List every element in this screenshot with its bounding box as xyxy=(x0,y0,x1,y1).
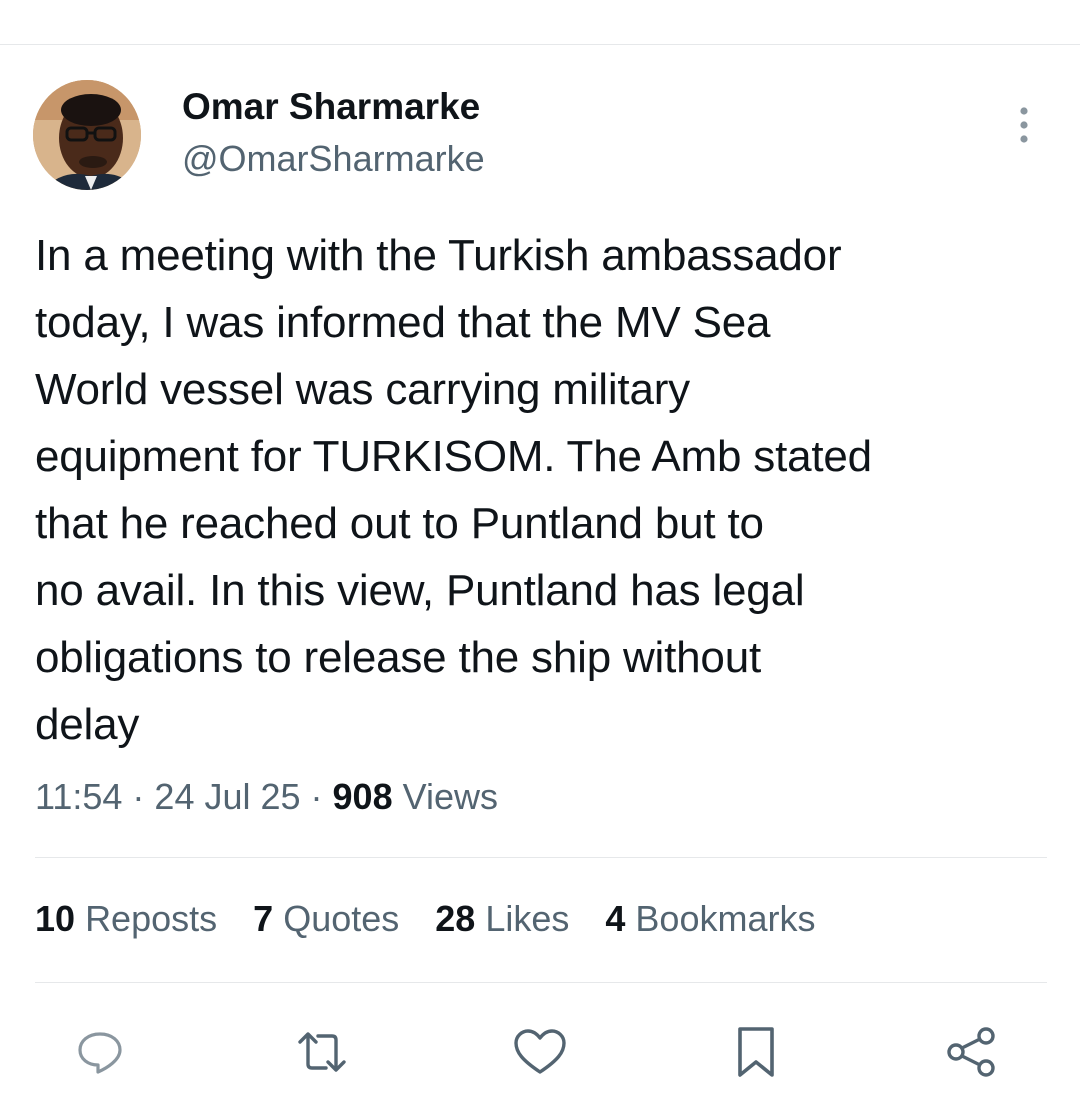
repost-icon xyxy=(298,1032,346,1072)
tweet-date[interactable]: 24 Jul 25 xyxy=(154,776,300,817)
reposts-count: 10 xyxy=(35,898,76,939)
views-label: Views xyxy=(402,776,499,817)
reply-button[interactable] xyxy=(68,1020,132,1084)
reposts-label: Reposts xyxy=(85,898,218,939)
tweet-meta: 11:54 · 24 Jul 25 · 908 Views xyxy=(35,776,498,818)
likes-label: Likes xyxy=(485,898,570,939)
likes-stat[interactable]: 28 Likes xyxy=(435,898,569,940)
divider xyxy=(35,982,1047,983)
avatar-image xyxy=(33,80,141,190)
bookmarks-label: Bookmarks xyxy=(635,898,816,939)
action-bar xyxy=(0,1020,1080,1084)
like-button[interactable] xyxy=(508,1020,572,1084)
share-button[interactable] xyxy=(940,1020,1004,1084)
reply-icon xyxy=(78,1032,122,1074)
bookmark-button[interactable] xyxy=(724,1020,788,1084)
more-icon xyxy=(1020,107,1028,143)
bookmark-icon xyxy=(738,1027,774,1077)
bookmarks-stat[interactable]: 4 Bookmarks xyxy=(605,898,815,940)
quotes-stat[interactable]: 7 Quotes xyxy=(253,898,399,940)
meta-separator: · xyxy=(300,776,333,817)
tweet-text: In a meeting with the Turkish ambassador… xyxy=(35,231,872,749)
quotes-count: 7 xyxy=(253,898,274,939)
bookmarks-count: 4 xyxy=(605,898,626,939)
avatar[interactable] xyxy=(33,80,141,190)
like-icon xyxy=(514,1029,566,1074)
views-count: 908 xyxy=(332,776,393,817)
engagement-stats: 10 Reposts 7 Quotes 28 Likes 4 Bookmarks xyxy=(35,898,815,940)
author-handle[interactable]: @OmarSharmarke xyxy=(182,138,485,180)
author-name[interactable]: Omar Sharmarke xyxy=(182,86,480,128)
tweet: Omar Sharmarke @OmarSharmarke In a meeti… xyxy=(0,0,1080,1107)
divider xyxy=(35,857,1047,858)
reposts-stat[interactable]: 10 Reposts xyxy=(35,898,217,940)
share-icon xyxy=(947,1027,995,1077)
tweet-time[interactable]: 11:54 xyxy=(35,776,122,817)
likes-count: 28 xyxy=(435,898,476,939)
meta-separator: · xyxy=(122,776,155,817)
more-options-button[interactable] xyxy=(1004,100,1044,150)
quotes-label: Quotes xyxy=(283,898,400,939)
repost-button[interactable] xyxy=(290,1020,354,1084)
